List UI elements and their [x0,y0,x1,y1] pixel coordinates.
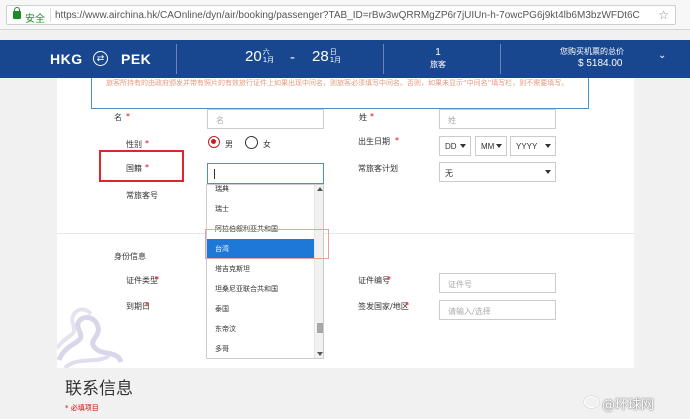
required-mark: * [370,112,374,121]
given-name-input[interactable]: 名 [207,109,324,129]
header-divider [383,44,384,74]
header-divider [500,44,501,74]
dropdown-scrollbar[interactable] [314,185,323,358]
chevron-down-icon[interactable]: ⌄ [658,50,666,61]
annotation-highlight-box [205,229,329,259]
caret-down-icon [545,144,551,148]
origin-city: HKG [50,51,83,67]
dob-label: 出生日期 [358,137,390,146]
destination-city: PEK [121,51,152,67]
nationality-label: 国籍 [126,164,142,173]
date-separator: - [290,49,295,66]
scroll-up-arrow-icon[interactable] [317,187,323,191]
gender-female-radio[interactable] [245,136,258,149]
nationality-option[interactable]: 塔吉克斯坦 [207,259,314,279]
issuing-country-input[interactable]: 请输入/选择 [439,300,556,320]
nationality-option[interactable]: 瑞典 [207,185,314,199]
middle-name-notice: 旅客所持有的由政府颁发并带有照片的有效旅行证件上如果出现中间名，则旅客必须填写中… [91,78,589,109]
frequent-flyer-plan-value: 无 [445,169,453,178]
doc-number-label: 证件编号 [358,276,390,285]
total-price-value: $ 5184.00 [578,58,623,69]
nationality-option[interactable]: 多哥 [207,339,314,358]
return-date: 28日 1月 [312,48,341,65]
section-divider [57,233,634,234]
nationality-option[interactable]: 东帝汶 [207,319,314,339]
url-divider [50,8,51,22]
depart-date-sub: 六 1月 [263,48,274,64]
dob-day-value: DD [445,142,457,151]
dob-year-select[interactable]: YYYY [510,136,556,156]
secure-label: 安全 [25,14,45,25]
total-price-label: 您购买机票的总价 [560,47,624,56]
round-trip-icon: ⇄ [93,51,108,66]
required-mark: * [395,136,399,145]
required-mark: * [126,112,130,121]
scroll-thumb[interactable] [317,323,323,333]
required-fields-note: * 必填项目 [65,404,99,412]
required-mark: * [155,275,159,284]
scroll-down-arrow-icon[interactable] [317,352,323,356]
surname-input[interactable]: 姓 [439,109,556,129]
passenger-count: 1 旅客 [430,47,446,71]
id-section-title: 身份信息 [114,252,146,261]
gender-male-label: 男 [225,140,233,149]
depart-date: 20六 1月 [245,48,274,65]
doc-type-label: 证件类型 [126,276,158,285]
contact-section-title: 联系信息 [65,379,133,399]
surname-label: 姓 [359,113,367,122]
text-cursor [214,169,215,179]
gender-label: 性别 [126,140,142,149]
browser-toolbar: 安全 https://www.airchina.hk/CAOnline/dyn/… [0,0,690,30]
depart-day: 20 [245,48,262,65]
header-divider [176,44,177,74]
frequent-flyer-plan-label: 常旅客计划 [358,164,398,173]
nationality-dropdown[interactable]: 瑞典 瑞士 阿拉伯叙利亚共和国 台湾 塔吉克斯坦 坦桑尼亚联合共和国 泰国 东帝汶 多哥 [206,184,324,359]
return-weekday: 日 [329,48,337,56]
return-day: 28 [312,48,329,65]
nationality-option[interactable]: 坦桑尼亚联合共和国 [207,279,314,299]
depart-month: 1月 [262,56,275,64]
depart-weekday: 六 [262,48,270,56]
gender-female-label: 女 [263,140,271,149]
passenger-label: 旅客 [430,60,446,69]
caret-down-icon [460,144,466,148]
dob-month-value: MM [481,142,495,151]
gender-male-radio[interactable] [208,136,220,148]
frequent-flyer-plan-select[interactable]: 无 [439,162,556,182]
dob-month-select[interactable]: MM [475,136,507,156]
required-mark: * [145,301,149,310]
given-name-label: 名 [114,113,122,122]
url-text[interactable]: https://www.airchina.hk/CAOnline/dyn/air… [55,10,640,21]
required-mark: * [145,163,149,172]
address-bar[interactable]: 安全 https://www.airchina.hk/CAOnline/dyn/… [6,5,676,25]
caret-down-icon [545,170,551,174]
frequent-flyer-number-label: 常旅客号 [126,191,158,200]
weibo-logo-icon [584,396,599,408]
nationality-option[interactable]: 泰国 [207,299,314,319]
dob-day-select[interactable]: DD [439,136,471,156]
decorative-wave-pattern [57,307,124,368]
issuing-country-label: 签发国家/地区 [358,302,409,311]
doc-number-input[interactable]: 证件号 [439,273,556,293]
watermark-text: @环球网 [602,398,655,413]
caret-down-icon [496,144,502,148]
nationality-input[interactable] [207,163,324,184]
lock-icon [13,7,21,19]
return-month: 1月 [329,56,342,64]
bookmark-star-icon[interactable]: ☆ [658,8,669,22]
return-date-sub: 日 1月 [330,48,341,64]
passenger-number: 1 [435,47,441,58]
flight-summary-bar: HKG ⇄ PEK 20六 1月 - 28日 1月 1 旅客 您购买机票的总价 $ … [0,40,690,78]
required-mark: * [405,301,409,310]
nationality-option[interactable]: 瑞士 [207,199,314,219]
required-mark: * [387,275,391,284]
required-mark: * [145,139,149,148]
dob-year-value: YYYY [516,142,538,151]
